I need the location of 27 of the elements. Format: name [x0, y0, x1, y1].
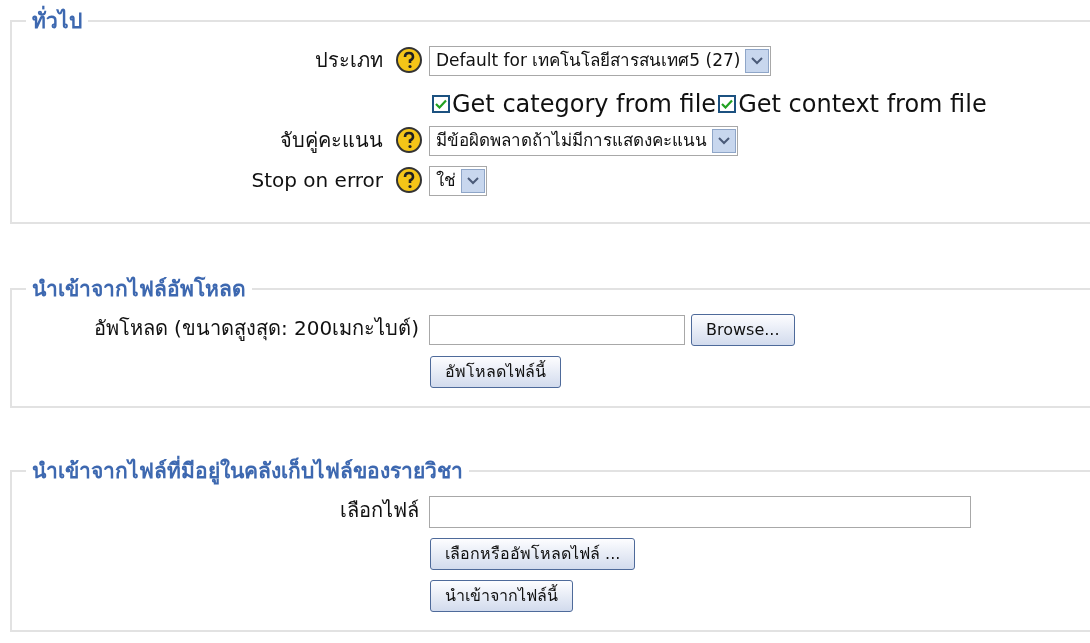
dropdown[interactable]: ใช่ — [429, 166, 487, 196]
chevron-down-icon — [467, 177, 479, 185]
section-title: นำเข้าจากไฟล์อัพโหลด — [31, 275, 247, 303]
checkbox[interactable] — [432, 95, 450, 113]
field-label: อัพโหลด (ขนาดสูงสุด: 200เมกะไบต์) — [93, 315, 420, 343]
help-icon[interactable] — [395, 166, 423, 194]
dropdown[interactable]: Default for เทคโนโลยีสารสนเทศ5 (27) — [429, 46, 772, 76]
help-icon[interactable] — [395, 126, 423, 154]
field-label: ประเภท — [315, 47, 383, 74]
action-button[interactable]: นำเข้าจากไฟล์นี้ — [430, 580, 573, 612]
field-label: จับคู่คะแนน — [280, 127, 383, 155]
section-title: นำเข้าจากไฟล์ที่มีอยู่ในคลังเก็บไฟล์ของรายวิชา — [26, 456, 469, 486]
file-path-field[interactable] — [429, 496, 971, 528]
action-button[interactable]: อัพโหลดไฟล์นี้ — [430, 356, 561, 388]
checkbox[interactable] — [718, 95, 737, 113]
checkbox-label: Get context from file — [738, 89, 987, 120]
action-button[interactable]: Browse... — [691, 314, 795, 346]
checkbox-label: Get category from file — [452, 89, 717, 120]
help-icon[interactable] — [395, 46, 423, 74]
field-label: Stop on error — [251, 167, 383, 194]
dropdown[interactable]: มีข้อผิดพลาดถ้าไม่มีการแสดงคะแนน — [429, 126, 738, 156]
section-title: ทั่วไป — [26, 6, 88, 36]
chevron-down-icon — [751, 57, 764, 65]
file-path-field[interactable] — [429, 315, 685, 345]
field-label: เลือกไฟล์ — [340, 497, 420, 524]
action-button[interactable]: เลือกหรืออัพโหลดไฟล์ ... — [430, 538, 636, 570]
chevron-down-icon — [718, 137, 730, 145]
